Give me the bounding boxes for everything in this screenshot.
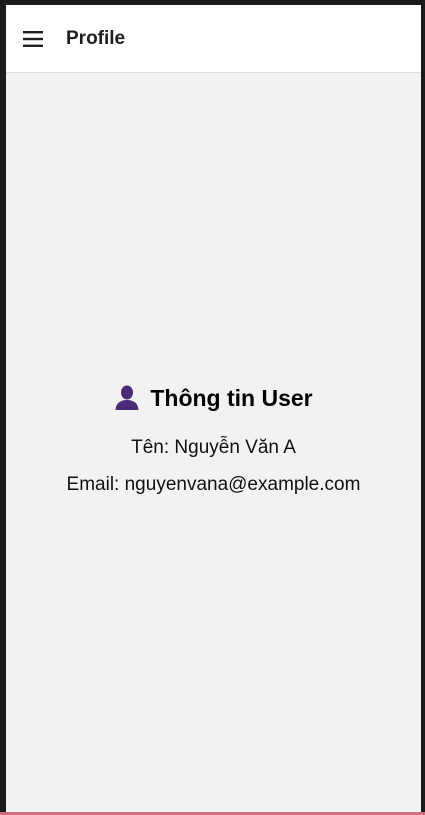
user-name-text: Tên: Nguyễn Văn A: [131, 437, 296, 458]
menu-button[interactable]: [16, 22, 50, 56]
app-window: Profile Thông tin User Tên: Nguyễn Văn A…: [6, 5, 421, 812]
hamburger-menu-icon: [23, 31, 43, 47]
app-bar: Profile: [6, 5, 421, 73]
page-title: Profile: [66, 28, 126, 49]
user-info-section: Thông tin User Tên: Nguyễn Văn A Email: …: [6, 381, 421, 499]
user-icon: [115, 385, 139, 410]
user-email-text: Email: nguyenvana@example.com: [66, 474, 361, 495]
user-info-heading-text: Thông tin User: [150, 385, 313, 411]
user-info-heading: Thông tin User: [6, 381, 421, 415]
